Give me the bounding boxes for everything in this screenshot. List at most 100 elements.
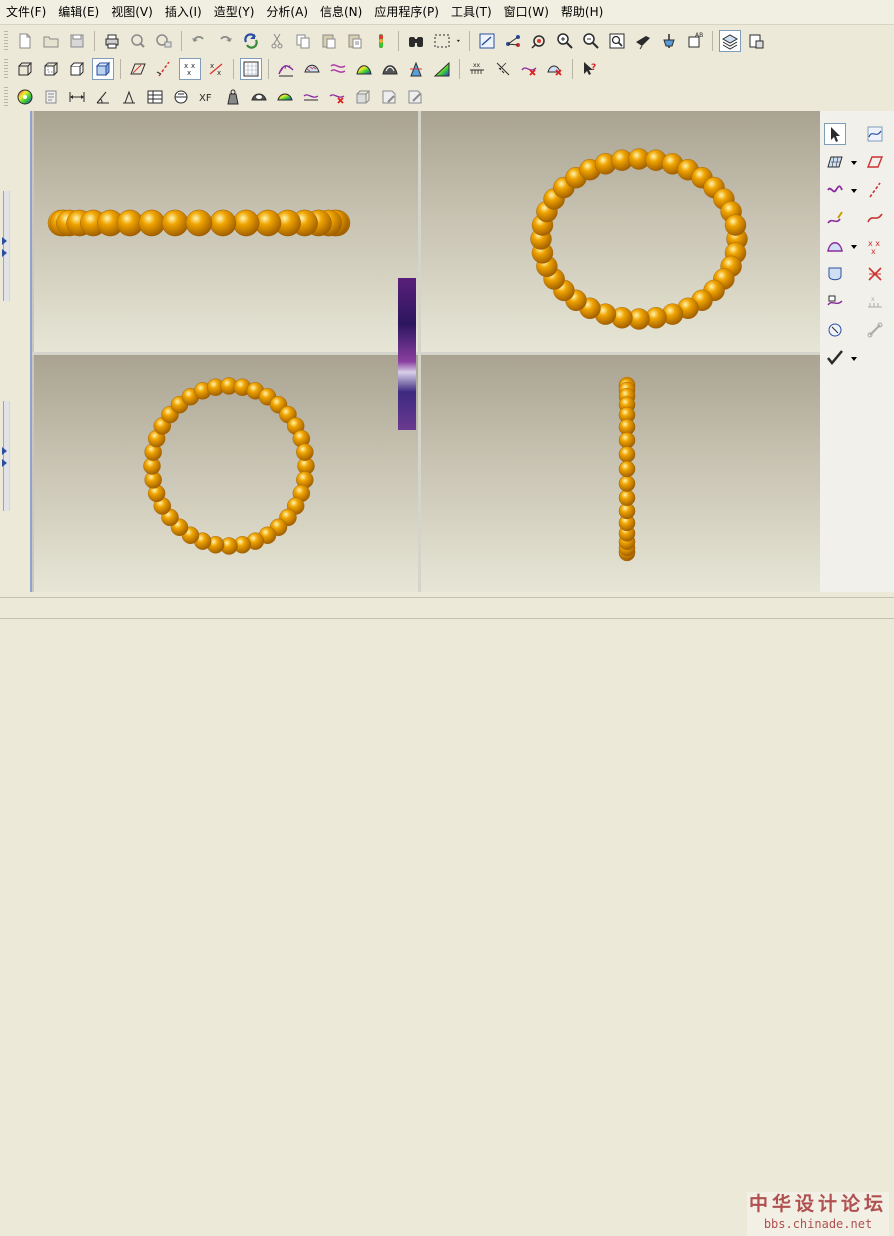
datum-display-button[interactable] <box>658 30 680 52</box>
paste-special-button[interactable] <box>344 30 366 52</box>
color-wheel-button[interactable] <box>14 86 36 108</box>
pen-curve-button[interactable] <box>824 207 846 229</box>
shaded-curvature-button[interactable] <box>353 58 375 80</box>
menu-help[interactable]: 帮助(H) <box>555 1 609 23</box>
bead-model[interactable] <box>34 355 418 592</box>
toolbar-grip[interactable] <box>4 31 8 51</box>
table-grid-button[interactable] <box>144 86 166 108</box>
points-cross-button[interactable]: x xx <box>864 235 886 257</box>
bead[interactable] <box>618 475 636 492</box>
toolbar-grip[interactable] <box>4 87 8 107</box>
spline-curve-button[interactable] <box>864 207 886 229</box>
trim-cross-button[interactable] <box>864 263 886 285</box>
dash-curve-button[interactable] <box>864 179 886 201</box>
copy-button[interactable] <box>292 30 314 52</box>
cube-wire-button[interactable] <box>14 58 36 80</box>
left-dock-rail-top[interactable] <box>3 191 10 301</box>
reflection-button[interactable] <box>379 58 401 80</box>
toolbar-grip[interactable] <box>4 59 8 79</box>
scroll-note-button[interactable] <box>40 86 62 108</box>
offset-points-button[interactable]: xx <box>466 58 488 80</box>
print-preview-button[interactable] <box>127 30 149 52</box>
menu-info[interactable]: 信息(N) <box>314 1 368 23</box>
bead-model[interactable] <box>34 111 418 352</box>
datum-plane-button[interactable] <box>127 58 149 80</box>
curve-delete-button[interactable] <box>326 86 348 108</box>
angle-dim-button[interactable] <box>92 86 114 108</box>
cut-button[interactable] <box>266 30 288 52</box>
undo-button[interactable] <box>188 30 210 52</box>
print-setup-button[interactable] <box>153 30 175 52</box>
expand-arrow-icon[interactable] <box>2 237 7 245</box>
menu-view[interactable]: 视图(V) <box>105 1 159 23</box>
circle-cut-button[interactable] <box>170 86 192 108</box>
dropdown-arrow-icon[interactable] <box>851 189 857 193</box>
cube-hidden-button[interactable] <box>40 58 62 80</box>
bead[interactable] <box>138 209 166 237</box>
menu-file[interactable]: 文件(F) <box>0 1 52 23</box>
surface-analysis-button[interactable] <box>301 58 323 80</box>
wave-curve-button[interactable] <box>824 179 846 201</box>
bead[interactable] <box>161 209 189 237</box>
curve-cross-button[interactable] <box>518 58 540 80</box>
zoom-in-button[interactable] <box>554 30 576 52</box>
graphics-window[interactable] <box>30 111 820 592</box>
menu-tools[interactable]: 工具(T) <box>445 1 498 23</box>
menu-window[interactable]: 窗口(W) <box>498 1 555 23</box>
model-player-button[interactable] <box>370 30 392 52</box>
menu-analysis[interactable]: 分析(A) <box>260 1 314 23</box>
bead[interactable] <box>618 460 636 478</box>
viewport-bottom-left[interactable] <box>34 355 418 592</box>
offset-points-off-button[interactable] <box>492 58 514 80</box>
viewport-bottom-right[interactable] <box>421 355 820 592</box>
zoom-window-button[interactable] <box>606 30 628 52</box>
bead[interactable] <box>618 432 636 449</box>
menu-apps[interactable]: 应用程序(P) <box>368 1 445 23</box>
surface-cross-button[interactable] <box>544 58 566 80</box>
new-file-button[interactable] <box>14 30 36 52</box>
layer-manager-button[interactable] <box>745 30 767 52</box>
dropdown-arrow-icon[interactable] <box>851 357 857 361</box>
slope-button[interactable] <box>431 58 453 80</box>
whats-this-button[interactable]: ? <box>579 58 601 80</box>
datum-points-off-button[interactable]: xx <box>205 58 227 80</box>
surface-edit-button[interactable] <box>824 319 846 341</box>
cube-shaded-button[interactable] <box>92 58 114 80</box>
left-dock-rail-bottom[interactable] <box>3 401 10 511</box>
plane-tool-button[interactable] <box>864 151 886 173</box>
weight-button[interactable] <box>222 86 244 108</box>
dropdown-button[interactable] <box>455 30 465 52</box>
menu-shape[interactable]: 造型(Y) <box>208 1 261 23</box>
taper-button[interactable] <box>118 86 140 108</box>
bead[interactable] <box>618 489 636 506</box>
expand-arrow-icon[interactable] <box>2 459 7 467</box>
bead-model[interactable] <box>421 111 820 352</box>
cube-plus-button[interactable] <box>352 86 374 108</box>
curve-edit-button[interactable] <box>824 291 846 313</box>
redo-button[interactable] <box>214 30 236 52</box>
link-disabled-button[interactable] <box>864 319 886 341</box>
dropdown-arrow-icon[interactable] <box>851 161 857 165</box>
open-folder-button[interactable] <box>40 30 62 52</box>
dropdown-arrow-icon[interactable] <box>851 245 857 249</box>
style-curve-button[interactable] <box>864 123 886 145</box>
xf-transform-button[interactable]: XF <box>196 86 218 108</box>
cube-nohidden-button[interactable] <box>66 58 88 80</box>
spin-view-button[interactable] <box>502 30 524 52</box>
curve-analysis-button[interactable] <box>275 58 297 80</box>
viewport-splitter-horizontal[interactable] <box>30 352 820 355</box>
orient-button[interactable] <box>528 30 550 52</box>
bead-model[interactable] <box>421 355 820 592</box>
binoculars-button[interactable] <box>405 30 427 52</box>
menu-edit[interactable]: 编辑(E) <box>52 1 105 23</box>
surf-shade-button[interactable] <box>274 86 296 108</box>
note-edit-button[interactable] <box>378 86 400 108</box>
bead[interactable] <box>185 209 213 237</box>
checkmark-button[interactable] <box>824 347 846 369</box>
surf-analysis-2-button[interactable] <box>300 86 322 108</box>
datum-points-button[interactable]: xxx <box>179 58 201 80</box>
menu-insert[interactable]: 插入(I) <box>159 1 208 23</box>
grid-sketch-button[interactable] <box>240 58 262 80</box>
dimension-button[interactable] <box>66 86 88 108</box>
select-arrow-button[interactable] <box>824 123 846 145</box>
